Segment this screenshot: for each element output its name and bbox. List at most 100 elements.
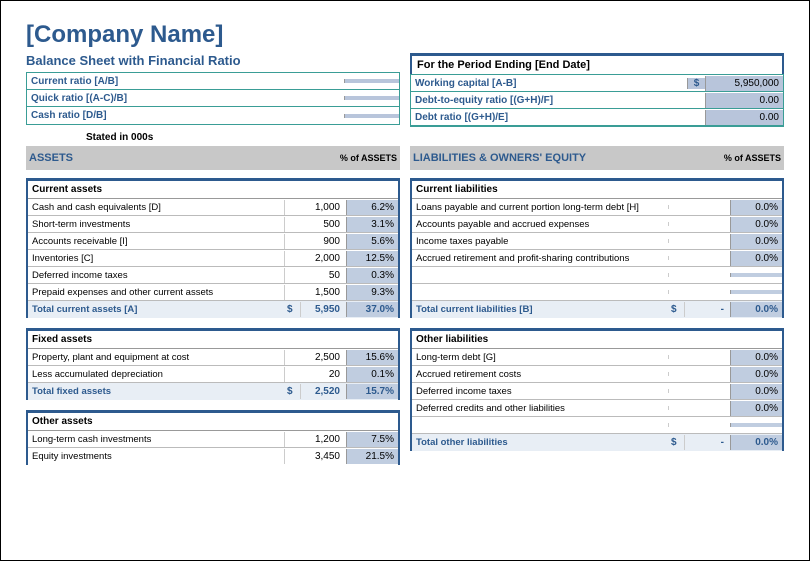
- assets-header: ASSETS % of ASSETS: [26, 146, 400, 170]
- row-pct: 0.0%: [730, 401, 782, 416]
- total-label: Total current assets [A]: [28, 302, 284, 317]
- ratio-label: Quick ratio [(A-C)/B]: [27, 91, 344, 106]
- row-pct: 0.0%: [730, 350, 782, 365]
- ratios-right-box: Working capital [A-B]$5,950,000Debt-to-e…: [410, 74, 784, 127]
- subtitle: Balance Sheet with Financial Ratio: [26, 53, 400, 68]
- ratios-left-box: Current ratio [A/B] Quick ratio [(A-C)/B]…: [26, 72, 400, 125]
- dollar-sign: $: [668, 304, 684, 315]
- row-label: Cash and cash equivalents [D]: [28, 200, 284, 215]
- total-row: Total current liabilities [B]$-0.0%: [412, 301, 782, 318]
- row-label: Long-term cash investments: [28, 432, 284, 447]
- ratio-label: Working capital [A-B]: [411, 76, 687, 91]
- row-pct: 3.1%: [346, 217, 398, 232]
- row-label: Accrued retirement and profit-sharing co…: [412, 251, 668, 266]
- assets-column: Current assetsCash and cash equivalents …: [26, 178, 400, 475]
- table-row: Deferred income taxes0.0%: [412, 383, 782, 400]
- row-value: [668, 222, 730, 226]
- row-pct: 0.0%: [730, 217, 782, 232]
- row-label: Deferred income taxes: [412, 384, 668, 399]
- block-header: Fixed assets: [28, 331, 398, 349]
- total-value: 5,950: [300, 302, 346, 317]
- table-row: Income taxes payable0.0%: [412, 233, 782, 250]
- row-label: Loans payable and current portion long-t…: [412, 200, 668, 215]
- row-label: Deferred credits and other liabilities: [412, 401, 668, 416]
- row-label: Accounts receivable [I]: [28, 234, 284, 249]
- dollar-sign: $: [668, 437, 684, 448]
- table-row: Less accumulated depreciation200.1%: [28, 366, 398, 383]
- row-pct: 15.6%: [346, 350, 398, 365]
- row-value: [668, 205, 730, 209]
- row-label: Prepaid expenses and other current asset…: [28, 285, 284, 300]
- row-value: 3,450: [284, 449, 346, 464]
- row-value: [668, 239, 730, 243]
- ratio-value: 5,950,000: [705, 76, 783, 91]
- row-value: 500: [284, 217, 346, 232]
- data-block: Fixed assetsProperty, plant and equipmen…: [26, 328, 400, 400]
- assets-title: ASSETS: [26, 152, 325, 164]
- table-row: Property, plant and equipment at cost2,5…: [28, 349, 398, 366]
- row-pct: 21.5%: [346, 449, 398, 464]
- table-row: Long-term debt [G]0.0%: [412, 349, 782, 366]
- dollar-sign: $: [687, 78, 705, 89]
- row-pct: 5.6%: [346, 234, 398, 249]
- top-section: Balance Sheet with Financial Ratio Curre…: [26, 53, 784, 127]
- ratio-row: Current ratio [A/B]: [27, 73, 399, 90]
- table-row: Accrued retirement and profit-sharing co…: [412, 250, 782, 267]
- row-label: Short-term investments: [28, 217, 284, 232]
- table-row: Prepaid expenses and other current asset…: [28, 284, 398, 301]
- ratio-row: Debt-to-equity ratio [(G+H)/F]0.00: [411, 92, 783, 109]
- row-label: Deferred income taxes: [28, 268, 284, 283]
- ratio-label: Cash ratio [D/B]: [27, 108, 344, 123]
- row-pct: 0.3%: [346, 268, 398, 283]
- total-pct: 15.7%: [346, 384, 398, 399]
- data-block: Current assetsCash and cash equivalents …: [26, 178, 400, 318]
- total-pct: 0.0%: [730, 302, 782, 317]
- row-value: 50: [284, 268, 346, 283]
- row-value: [668, 372, 730, 376]
- row-pct: 0.0%: [730, 200, 782, 215]
- table-row: Long-term cash investments1,2007.5%: [28, 431, 398, 448]
- row-pct: 7.5%: [346, 432, 398, 447]
- table-row: Inventories [C]2,00012.5%: [28, 250, 398, 267]
- liabilities-header: LIABILITIES & OWNERS' EQUITY % of ASSETS: [410, 146, 784, 170]
- table-row: Short-term investments5003.1%: [28, 216, 398, 233]
- header-row: ASSETS % of ASSETS LIABILITIES & OWNERS'…: [26, 146, 784, 178]
- assets-pct-label: % of ASSETS: [325, 153, 400, 163]
- block-header: Current liabilities: [412, 181, 782, 199]
- table-row: Cash and cash equivalents [D]1,0006.2%: [28, 199, 398, 216]
- row-label: Property, plant and equipment at cost: [28, 350, 284, 365]
- ratio-value: [344, 79, 399, 83]
- row-label: Inventories [C]: [28, 251, 284, 266]
- row-value: [668, 355, 730, 359]
- total-pct: 0.0%: [730, 435, 782, 450]
- period-header: For the Period Ending [End Date]: [410, 53, 784, 74]
- empty-row: [412, 284, 782, 301]
- row-pct: 0.0%: [730, 367, 782, 382]
- table-row: Equity investments3,45021.5%: [28, 448, 398, 465]
- ratio-label: Current ratio [A/B]: [27, 74, 344, 89]
- ratio-value: 0.00: [705, 93, 783, 108]
- row-pct: 12.5%: [346, 251, 398, 266]
- ratio-label: Debt ratio [(G+H)/E]: [411, 110, 687, 125]
- row-pct: 0.0%: [730, 251, 782, 266]
- liab-title: LIABILITIES & OWNERS' EQUITY: [410, 152, 709, 164]
- main-content: Current assetsCash and cash equivalents …: [26, 178, 784, 475]
- total-value: -: [684, 435, 730, 450]
- liabilities-column: Current liabilitiesLoans payable and cur…: [410, 178, 784, 475]
- table-row: Accounts payable and accrued expenses0.0…: [412, 216, 782, 233]
- ratio-row: Working capital [A-B]$5,950,000: [411, 75, 783, 92]
- total-label: Total fixed assets: [28, 384, 284, 399]
- row-label: Income taxes payable: [412, 234, 668, 249]
- ratio-value: [344, 114, 399, 118]
- row-value: 20: [284, 367, 346, 382]
- block-header: Other assets: [28, 413, 398, 431]
- total-row: Total current assets [A]$5,95037.0%: [28, 301, 398, 318]
- block-header: Current assets: [28, 181, 398, 199]
- data-block: Other liabilitiesLong-term debt [G]0.0%A…: [410, 328, 784, 451]
- row-pct: 9.3%: [346, 285, 398, 300]
- row-value: [668, 389, 730, 393]
- row-value: 1,500: [284, 285, 346, 300]
- ratio-row: Quick ratio [(A-C)/B]: [27, 90, 399, 107]
- total-value: 2,520: [300, 384, 346, 399]
- block-header: Other liabilities: [412, 331, 782, 349]
